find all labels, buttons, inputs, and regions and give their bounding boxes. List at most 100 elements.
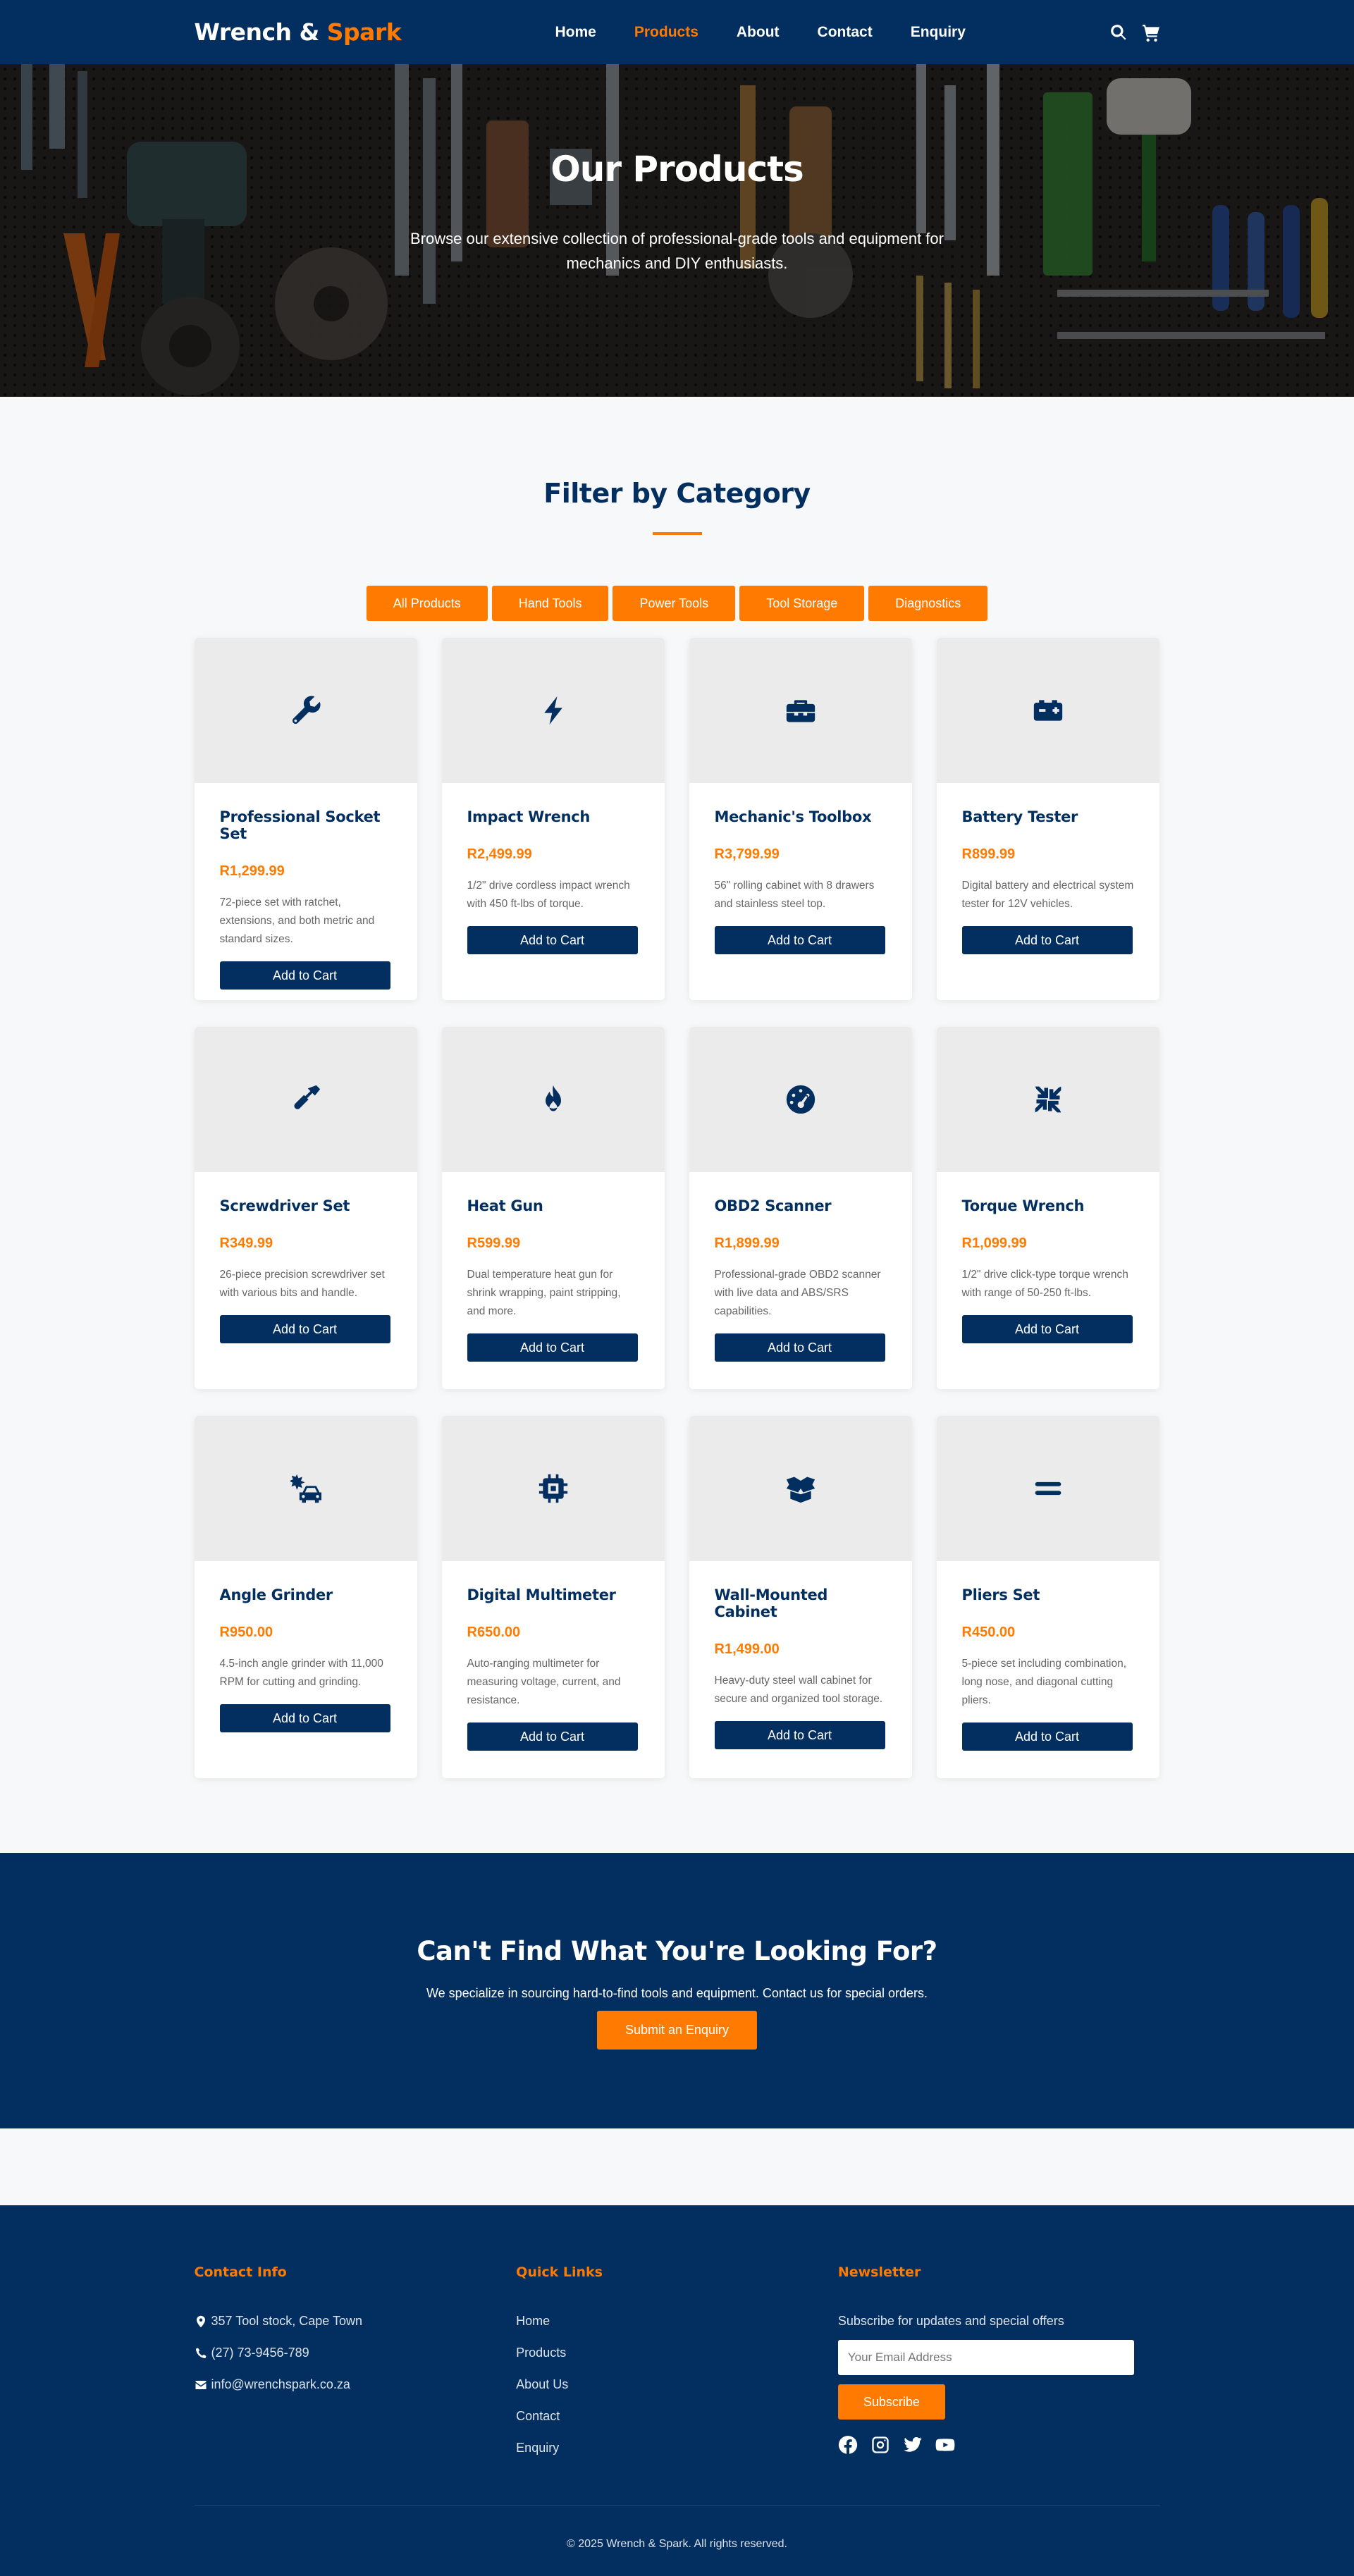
facebook-icon[interactable] xyxy=(838,2435,858,2455)
add-to-cart-button[interactable]: Add to Cart xyxy=(961,926,1133,954)
product-description: Auto-ranging multimeter for measuring vo… xyxy=(467,1658,621,1706)
product-price: R899.99 xyxy=(961,846,1016,862)
filter-title: Filter by Category xyxy=(543,478,811,509)
add-to-cart-button[interactable]: Add to Cart xyxy=(714,1333,885,1362)
nav-home[interactable]: Home xyxy=(555,24,596,41)
social-links xyxy=(838,2435,1160,2455)
product-image xyxy=(689,1416,912,1561)
filter-hand-tools-button[interactable]: Hand Tools xyxy=(491,586,609,621)
add-to-cart-button[interactable]: Add to Cart xyxy=(219,961,390,990)
product-description: 1/2" drive click-type torque wrench with… xyxy=(961,1269,1128,1299)
product-image xyxy=(441,1416,665,1561)
product-description: 26-piece precision screwdriver set with … xyxy=(219,1269,385,1299)
subscribe-button[interactable]: Subscribe xyxy=(837,2384,945,2420)
wrench-icon xyxy=(292,696,321,725)
product-image xyxy=(441,638,665,783)
filter-power-tools-button[interactable]: Power Tools xyxy=(613,586,736,621)
microchip-icon xyxy=(538,1474,567,1503)
filter-header: Filter by Category xyxy=(0,397,1354,535)
hero-content: Our Products Browse our extensive collec… xyxy=(0,64,1354,397)
filter-tool-storage-button[interactable]: Tool Storage xyxy=(739,586,865,621)
brand-name-accent: Spark xyxy=(326,18,402,46)
product-description: 5-piece set including combination, long … xyxy=(961,1658,1127,1706)
products-section: Filter by Category All Products Hand Too… xyxy=(0,397,1354,1778)
footer-link-contact[interactable]: Contact xyxy=(516,2409,838,2424)
product-price: R1,499.00 xyxy=(714,1641,780,1657)
product-description: 72-piece set with ratchet, extensions, a… xyxy=(219,896,375,945)
nav-enquiry[interactable]: Enquiry xyxy=(911,24,966,41)
nav-products[interactable]: Products xyxy=(634,24,698,41)
product-card: Mechanic's Toolbox R3,799.99 56" rolling… xyxy=(689,638,912,1000)
product-description: 1/2" drive cordless impact wrench with 4… xyxy=(467,880,630,910)
add-to-cart-button[interactable]: Add to Cart xyxy=(714,926,885,954)
product-card: Angle Grinder R950.00 4.5-inch angle gri… xyxy=(194,1416,417,1778)
search-icon[interactable] xyxy=(1109,23,1128,42)
footer-newsletter-title: Newsletter xyxy=(837,2264,921,2280)
product-card: Professional Socket Set R1,299.99 72-pie… xyxy=(194,638,417,1000)
nav-about[interactable]: About xyxy=(737,24,780,41)
product-description: Professional-grade OBD2 scanner with liv… xyxy=(714,1269,881,1317)
email-text: info@wrenchspark.co.za xyxy=(211,2377,350,2391)
bolt-icon xyxy=(543,696,562,725)
product-image xyxy=(936,1416,1159,1561)
youtube-icon[interactable] xyxy=(935,2435,955,2455)
footer-contact-title: Contact Info xyxy=(194,2264,287,2280)
product-name: Digital Multimeter xyxy=(467,1586,617,1603)
footer-link-home[interactable]: Home xyxy=(516,2314,838,2329)
submit-enquiry-button[interactable]: Submit an Enquiry xyxy=(596,2011,758,2050)
footer-address: 357 Tool stock, Cape Town xyxy=(195,2314,517,2329)
newsletter-text: Subscribe for updates and special offers xyxy=(837,2314,1064,2328)
product-image xyxy=(689,1027,912,1172)
hero-banner: Our Products Browse our extensive collec… xyxy=(0,64,1354,397)
footer-link-enquiry[interactable]: Enquiry xyxy=(516,2441,838,2455)
cart-icon[interactable] xyxy=(1142,23,1160,42)
footer-quick-links: Quick Links Home Products About Us Conta… xyxy=(516,2264,838,2505)
copyright-text: © 2025 Wrench & Spark. All rights reserv… xyxy=(567,2538,787,2550)
instagram-icon[interactable] xyxy=(870,2435,890,2455)
product-price: R950.00 xyxy=(219,1625,273,1640)
product-card: Impact Wrench R2,499.99 1/2" drive cordl… xyxy=(441,638,665,1000)
product-name: Angle Grinder xyxy=(219,1586,333,1603)
equals-icon xyxy=(1035,1481,1061,1496)
product-price: R599.99 xyxy=(467,1235,521,1251)
add-to-cart-button[interactable]: Add to Cart xyxy=(219,1704,390,1732)
screwdriver-icon xyxy=(294,1085,320,1109)
add-to-cart-button[interactable]: Add to Cart xyxy=(961,1723,1133,1751)
product-name: Impact Wrench xyxy=(467,808,591,825)
nav-contact[interactable]: Contact xyxy=(818,24,873,41)
newsletter-email-input[interactable] xyxy=(837,2340,1134,2375)
address-text: 357 Tool stock, Cape Town xyxy=(211,2314,362,2328)
product-name: OBD2 Scanner xyxy=(714,1197,832,1214)
twitter-icon[interactable] xyxy=(903,2435,923,2455)
footer-link-products[interactable]: Products xyxy=(516,2346,838,2360)
product-description: Dual temperature heat gun for shrink wra… xyxy=(467,1269,621,1317)
product-image xyxy=(194,638,417,783)
add-to-cart-button[interactable]: Add to Cart xyxy=(467,1723,638,1751)
footer-links-title: Quick Links xyxy=(516,2264,603,2280)
filter-diagnostics-button[interactable]: Diagnostics xyxy=(868,586,988,621)
add-to-cart-button[interactable]: Add to Cart xyxy=(467,926,638,954)
add-to-cart-button[interactable]: Add to Cart xyxy=(219,1315,390,1343)
product-card: Screwdriver Set R349.99 26-piece precisi… xyxy=(194,1027,417,1389)
brand-name: Wrench & xyxy=(194,18,327,46)
product-description: 56" rolling cabinet with 8 drawers and s… xyxy=(714,880,875,910)
footer-newsletter: Newsletter Subscribe for updates and spe… xyxy=(837,2264,1160,2505)
product-name: Pliers Set xyxy=(961,1586,1040,1603)
product-name: Wall-Mounted Cabinet xyxy=(714,1586,828,1620)
fire-icon xyxy=(545,1085,561,1111)
product-description: Heavy-duty steel wall cabinet for secure… xyxy=(714,1675,883,1705)
add-to-cart-button[interactable]: Add to Cart xyxy=(961,1315,1133,1343)
filter-all-products-button[interactable]: All Products xyxy=(366,586,488,621)
brand-logo[interactable]: Wrench & Spark xyxy=(195,18,402,46)
add-to-cart-button[interactable]: Add to Cart xyxy=(467,1333,638,1362)
product-price: R2,499.99 xyxy=(467,846,532,862)
product-card: Wall-Mounted Cabinet R1,499.00 Heavy-dut… xyxy=(689,1416,912,1778)
product-price: R3,799.99 xyxy=(714,846,780,862)
add-to-cart-button[interactable]: Add to Cart xyxy=(714,1721,885,1749)
footer-link-about-us[interactable]: About Us xyxy=(516,2377,838,2392)
footer-email: info@wrenchspark.co.za xyxy=(195,2377,517,2392)
product-image xyxy=(194,1416,417,1561)
product-grid: Professional Socket Set R1,299.99 72-pie… xyxy=(194,638,1160,1778)
product-card: Digital Multimeter R650.00 Auto-ranging … xyxy=(441,1416,665,1778)
